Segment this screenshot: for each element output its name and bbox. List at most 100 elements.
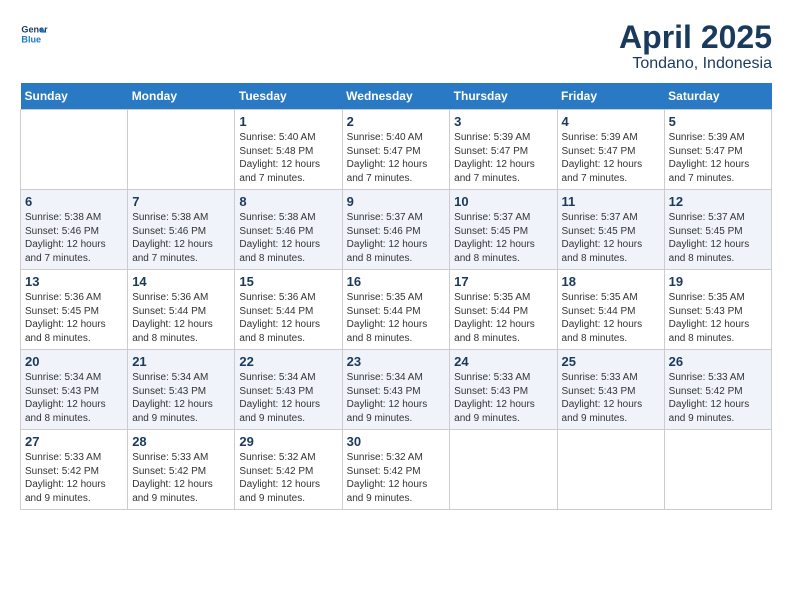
calendar-cell: 11 Sunrise: 5:37 AM Sunset: 5:45 PM Dayli… xyxy=(557,190,664,270)
cell-content: Sunrise: 5:35 AM Sunset: 5:44 PM Dayligh… xyxy=(347,291,446,345)
cell-content: Sunrise: 5:35 AM Sunset: 5:43 PM Dayligh… xyxy=(669,291,767,345)
calendar-cell: 30 Sunrise: 5:32 AM Sunset: 5:42 PM Dayli… xyxy=(342,430,450,510)
day-number: 15 xyxy=(239,274,337,289)
day-number: 30 xyxy=(347,434,446,449)
day-number: 3 xyxy=(454,114,552,129)
day-number: 7 xyxy=(132,194,230,209)
cell-content: Sunrise: 5:38 AM Sunset: 5:46 PM Dayligh… xyxy=(132,211,230,265)
cell-content: Sunrise: 5:36 AM Sunset: 5:45 PM Dayligh… xyxy=(25,291,123,345)
day-number: 24 xyxy=(454,354,552,369)
col-friday: Friday xyxy=(557,83,664,110)
logo-icon: General Blue xyxy=(20,20,48,48)
day-number: 5 xyxy=(669,114,767,129)
day-number: 6 xyxy=(25,194,123,209)
cell-content: Sunrise: 5:33 AM Sunset: 5:42 PM Dayligh… xyxy=(669,371,767,425)
calendar-header: General Blue April 2025 Tondano, Indones… xyxy=(20,20,772,73)
day-number: 27 xyxy=(25,434,123,449)
calendar-cell xyxy=(128,110,235,190)
calendar-cell: 16Sunrise: 5:35 AM Sunset: 5:44 PM Dayli… xyxy=(342,270,450,350)
calendar-cell xyxy=(557,430,664,510)
day-number: 14 xyxy=(132,274,230,289)
cell-content: Sunrise: 5:40 AM Sunset: 5:47 PM Dayligh… xyxy=(347,131,446,185)
cell-content: Sunrise: 5:37 AM Sunset: 5:45 PM Dayligh… xyxy=(669,211,767,265)
cell-content: Sunrise: 5:32 AM Sunset: 5:42 PM Dayligh… xyxy=(347,451,446,505)
title-section: April 2025 Tondano, Indonesia xyxy=(619,20,772,73)
logo: General Blue xyxy=(20,20,48,48)
cell-content: Sunrise: 5:33 AM Sunset: 5:43 PM Dayligh… xyxy=(454,371,552,425)
day-number: 8 xyxy=(239,194,337,209)
calendar-cell: 27 Sunrise: 5:33 AM Sunset: 5:42 PM Dayli… xyxy=(21,430,128,510)
calendar-cell: 22 Sunrise: 5:34 AM Sunset: 5:43 PM Dayli… xyxy=(235,350,342,430)
calendar-cell: 2 Sunrise: 5:40 AM Sunset: 5:47 PM Daylig… xyxy=(342,110,450,190)
cell-content: Sunrise: 5:38 AM Sunset: 5:46 PM Dayligh… xyxy=(25,211,123,265)
calendar-cell: 29 Sunrise: 5:32 AM Sunset: 5:42 PM Dayli… xyxy=(235,430,342,510)
day-number: 25 xyxy=(562,354,660,369)
cell-content: Sunrise: 5:33 AM Sunset: 5:43 PM Dayligh… xyxy=(562,371,660,425)
day-number: 19 xyxy=(669,274,767,289)
cell-content: Sunrise: 5:39 AM Sunset: 5:47 PM Dayligh… xyxy=(669,131,767,185)
calendar-cell: 24 Sunrise: 5:33 AM Sunset: 5:43 PM Dayli… xyxy=(450,350,557,430)
cell-content: Sunrise: 5:33 AM Sunset: 5:42 PM Dayligh… xyxy=(25,451,123,505)
calendar-cell: 3 Sunrise: 5:39 AM Sunset: 5:47 PM Daylig… xyxy=(450,110,557,190)
calendar-cell: 6 Sunrise: 5:38 AM Sunset: 5:46 PM Daylig… xyxy=(21,190,128,270)
calendar-title: April 2025 xyxy=(619,20,772,55)
day-number: 2 xyxy=(347,114,446,129)
day-number: 22 xyxy=(239,354,337,369)
day-number: 29 xyxy=(239,434,337,449)
cell-content: Sunrise: 5:36 AM Sunset: 5:44 PM Dayligh… xyxy=(132,291,230,345)
calendar-cell xyxy=(664,430,771,510)
calendar-cell: 23 Sunrise: 5:34 AM Sunset: 5:43 PM Dayli… xyxy=(342,350,450,430)
calendar-cell: 15 Sunrise: 5:36 AM Sunset: 5:44 PM Dayli… xyxy=(235,270,342,350)
day-number: 1 xyxy=(239,114,337,129)
calendar-cell: 9 Sunrise: 5:37 AM Sunset: 5:46 PM Daylig… xyxy=(342,190,450,270)
day-number: 23 xyxy=(347,354,446,369)
day-number: 11 xyxy=(562,194,660,209)
col-monday: Monday xyxy=(128,83,235,110)
cell-content: Sunrise: 5:37 AM Sunset: 5:46 PM Dayligh… xyxy=(347,211,446,265)
col-wednesday: Wednesday xyxy=(342,83,450,110)
calendar-cell: 13 Sunrise: 5:36 AM Sunset: 5:45 PM Dayli… xyxy=(21,270,128,350)
col-thursday: Thursday xyxy=(450,83,557,110)
day-number: 18 xyxy=(562,274,660,289)
cell-content: Sunrise: 5:34 AM Sunset: 5:43 PM Dayligh… xyxy=(239,371,337,425)
calendar-cell: 12 Sunrise: 5:37 AM Sunset: 5:45 PM Dayli… xyxy=(664,190,771,270)
col-tuesday: Tuesday xyxy=(235,83,342,110)
day-number: 12 xyxy=(669,194,767,209)
svg-text:Blue: Blue xyxy=(21,34,41,44)
day-number: 21 xyxy=(132,354,230,369)
calendar-cell: 21 Sunrise: 5:34 AM Sunset: 5:43 PM Dayli… xyxy=(128,350,235,430)
svg-text:General: General xyxy=(21,25,48,35)
cell-content: Sunrise: 5:35 AM Sunset: 5:44 PM Dayligh… xyxy=(454,291,552,345)
cell-content: Sunrise: 5:34 AM Sunset: 5:43 PM Dayligh… xyxy=(347,371,446,425)
cell-content: Sunrise: 5:37 AM Sunset: 5:45 PM Dayligh… xyxy=(454,211,552,265)
cell-content: Sunrise: 5:38 AM Sunset: 5:46 PM Dayligh… xyxy=(239,211,337,265)
cell-content: Sunrise: 5:36 AM Sunset: 5:44 PM Dayligh… xyxy=(239,291,337,345)
calendar-cell: 10Sunrise: 5:37 AM Sunset: 5:45 PM Dayli… xyxy=(450,190,557,270)
calendar-cell: 25 Sunrise: 5:33 AM Sunset: 5:43 PM Dayli… xyxy=(557,350,664,430)
cell-content: Sunrise: 5:32 AM Sunset: 5:42 PM Dayligh… xyxy=(239,451,337,505)
cell-content: Sunrise: 5:37 AM Sunset: 5:45 PM Dayligh… xyxy=(562,211,660,265)
cell-content: Sunrise: 5:34 AM Sunset: 5:43 PM Dayligh… xyxy=(25,371,123,425)
col-sunday: Sunday xyxy=(21,83,128,110)
cell-content: Sunrise: 5:39 AM Sunset: 5:47 PM Dayligh… xyxy=(454,131,552,185)
cell-content: Sunrise: 5:34 AM Sunset: 5:43 PM Dayligh… xyxy=(132,371,230,425)
cell-content: Sunrise: 5:39 AM Sunset: 5:47 PM Dayligh… xyxy=(562,131,660,185)
day-number: 13 xyxy=(25,274,123,289)
calendar-cell: 8 Sunrise: 5:38 AM Sunset: 5:46 PM Daylig… xyxy=(235,190,342,270)
calendar-cell xyxy=(21,110,128,190)
calendar-body: 1Sunrise: 5:40 AM Sunset: 5:48 PM Daylig… xyxy=(21,110,772,510)
day-number: 20 xyxy=(25,354,123,369)
calendar-header-row: Sunday Monday Tuesday Wednesday Thursday… xyxy=(21,83,772,110)
day-number: 17 xyxy=(454,274,552,289)
calendar-cell: 7 Sunrise: 5:38 AM Sunset: 5:46 PM Daylig… xyxy=(128,190,235,270)
cell-content: Sunrise: 5:33 AM Sunset: 5:42 PM Dayligh… xyxy=(132,451,230,505)
calendar-cell: 19 Sunrise: 5:35 AM Sunset: 5:43 PM Dayli… xyxy=(664,270,771,350)
calendar-cell: 17 Sunrise: 5:35 AM Sunset: 5:44 PM Dayli… xyxy=(450,270,557,350)
calendar-cell: 28Sunrise: 5:33 AM Sunset: 5:42 PM Dayli… xyxy=(128,430,235,510)
calendar-cell: 4Sunrise: 5:39 AM Sunset: 5:47 PM Daylig… xyxy=(557,110,664,190)
calendar-cell: 18Sunrise: 5:35 AM Sunset: 5:44 PM Dayli… xyxy=(557,270,664,350)
calendar-subtitle: Tondano, Indonesia xyxy=(619,55,772,73)
calendar-cell: 26Sunrise: 5:33 AM Sunset: 5:42 PM Dayli… xyxy=(664,350,771,430)
day-number: 9 xyxy=(347,194,446,209)
calendar-cell: 14 Sunrise: 5:36 AM Sunset: 5:44 PM Dayli… xyxy=(128,270,235,350)
